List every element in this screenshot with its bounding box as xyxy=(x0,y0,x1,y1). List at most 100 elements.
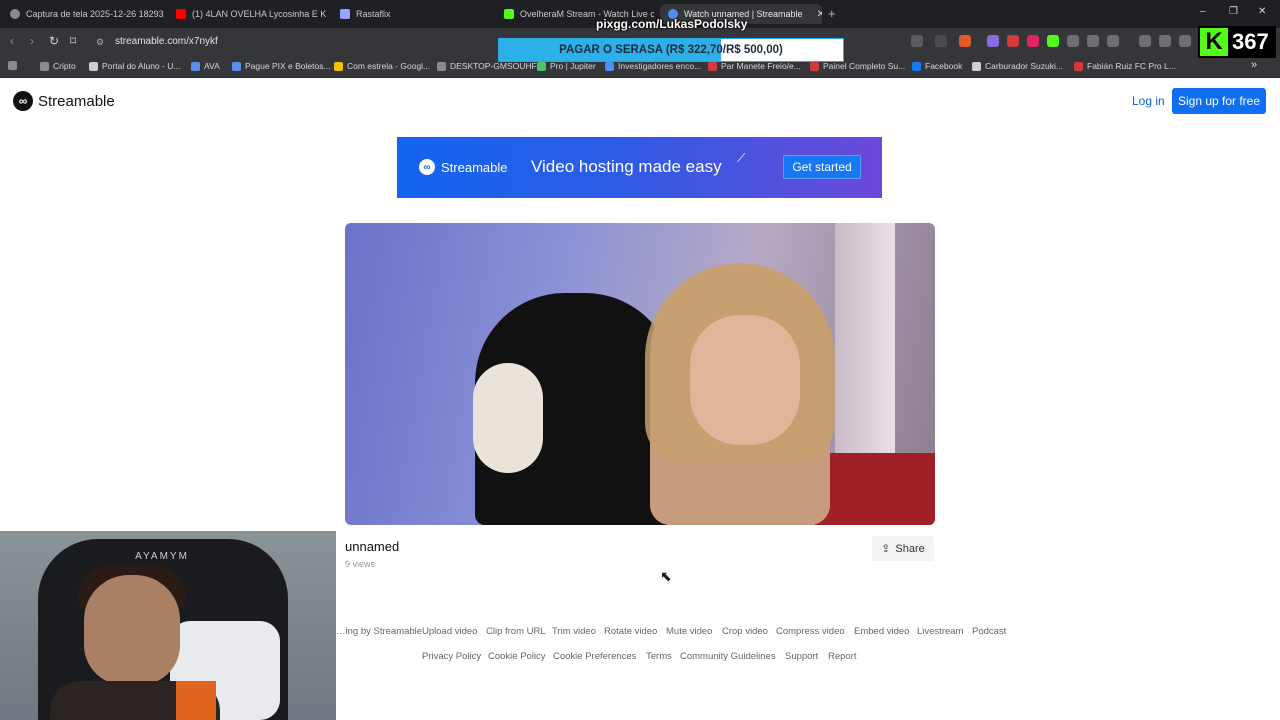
bookmark-item[interactable]: Carburador Suzuki... xyxy=(972,61,1063,71)
bookmark-item[interactable]: AVA xyxy=(191,61,220,71)
kick-logo-icon: K xyxy=(1200,28,1228,56)
bookmark-label: Investigadores enco... xyxy=(618,61,702,71)
back-icon[interactable]: ‹ xyxy=(10,34,14,48)
tab-screenshot[interactable]: Captura de tela 2025-12-26 182933... xyxy=(2,4,164,24)
bookmark-label: Cripto xyxy=(53,61,76,71)
banner-logo-text: Streamable xyxy=(441,159,508,175)
share-button[interactable]: ⇪ Share xyxy=(872,536,934,561)
video-player[interactable] xyxy=(345,223,935,525)
extension-icon[interactable] xyxy=(1027,35,1039,47)
mouse-cursor-icon: ⬉ xyxy=(660,568,672,584)
bookmark-label: Facebook xyxy=(925,61,963,71)
footer-link[interactable]: Embed video xyxy=(854,626,909,637)
grid-icon xyxy=(8,61,17,70)
bookmark-label: Pague PIX e Boletos... xyxy=(245,61,331,71)
screen: Captura de tela 2025-12-26 182933... (1)… xyxy=(0,0,1280,720)
extension-icon[interactable] xyxy=(1107,35,1119,47)
favicon-icon xyxy=(605,61,614,71)
tab-favicon-icon xyxy=(10,9,20,19)
bookmark-label: Portal do Aluno - U... xyxy=(102,61,181,71)
bookmark-item[interactable]: Painel Completo Su... xyxy=(810,61,905,71)
favicon-icon xyxy=(191,61,200,71)
brave-shield-icon[interactable] xyxy=(959,35,971,47)
footer-link[interactable]: Upload video xyxy=(422,626,477,637)
footer-link[interactable]: Trim video xyxy=(552,626,596,637)
tab-youtube[interactable]: (1) 4LAN OVELHA Lycosinha E KIKIR... xyxy=(168,4,326,24)
favicon-icon xyxy=(708,61,717,71)
kick-icon xyxy=(504,9,514,19)
login-link[interactable]: Log in xyxy=(1132,94,1165,108)
viewer-count: 367 xyxy=(1232,29,1269,54)
translate-icon[interactable] xyxy=(911,35,923,47)
favicon-icon xyxy=(334,61,343,71)
footer-link[interactable]: Cookie Policy xyxy=(488,651,546,662)
extension-icon[interactable] xyxy=(1047,35,1059,47)
video-scene-chair-panel xyxy=(473,363,543,473)
puzzle-icon[interactable] xyxy=(1087,35,1099,47)
download-icon[interactable] xyxy=(1139,35,1151,47)
close-icon[interactable]: ✕ xyxy=(817,9,822,20)
share-icon: ⇪ xyxy=(881,543,891,555)
rastaflix-icon xyxy=(340,9,350,19)
footer-link[interactable]: Support xyxy=(785,651,818,662)
signup-button[interactable]: Sign up for free xyxy=(1172,88,1266,114)
footer-link[interactable]: Privacy Policy xyxy=(422,651,481,662)
streamer-webcam: AYAMYM xyxy=(0,531,336,720)
footer-link[interactable]: Cookie Preferences xyxy=(553,651,636,662)
bookmark-item[interactable]: Com estrela - Googl... xyxy=(334,61,430,71)
more-bookmarks-icon[interactable]: » xyxy=(1251,59,1257,71)
minimize-icon[interactable]: – xyxy=(1200,6,1206,17)
bookmark-label: Par Manete Freio/e... xyxy=(721,61,801,71)
new-tab-button[interactable]: + xyxy=(828,6,836,21)
close-window-icon[interactable]: ✕ xyxy=(1258,6,1266,17)
forward-icon[interactable]: › xyxy=(30,34,34,48)
bookmark-item[interactable]: Par Manete Freio/e... xyxy=(708,61,801,71)
footer-link[interactable]: Community Guidelines xyxy=(680,651,776,662)
extension-icon[interactable] xyxy=(987,35,999,47)
donation-goal-bar: PAGAR O SERASA (R$ 322,70/R$ 500,00) xyxy=(498,38,844,62)
footer-link[interactable]: Livestream xyxy=(917,626,963,637)
footer-link[interactable]: Rotate video xyxy=(604,626,657,637)
bookmark-item[interactable]: Facebook xyxy=(912,61,962,71)
footer-link[interactable]: …ing by Streamable xyxy=(336,626,422,637)
video-title: unnamed xyxy=(345,539,400,554)
reload-icon[interactable]: ↻ xyxy=(49,34,59,48)
video-scene-bed xyxy=(815,453,935,525)
streamable-logo-icon: ∞ xyxy=(13,91,33,111)
extension-icon[interactable] xyxy=(1007,35,1019,47)
bookmark-item[interactable]: Pague PIX e Boletos... xyxy=(232,61,331,71)
webcam-head xyxy=(84,575,180,685)
footer-link[interactable]: Compress video xyxy=(776,626,845,637)
bookmark-item[interactable]: Investigadores enco... xyxy=(605,61,701,71)
site-info-icon[interactable]: ⚙ xyxy=(96,37,104,48)
view-count: 9 views xyxy=(345,559,376,569)
favicon-icon xyxy=(232,61,241,71)
promo-banner[interactable]: ∞ Streamable Video hosting made easy ⟋ G… xyxy=(397,137,882,198)
footer-link[interactable]: Clip from URL xyxy=(486,626,546,637)
footer-link[interactable]: Terms xyxy=(646,651,672,662)
bookmark-item[interactable]: Cripto xyxy=(40,61,76,71)
footer-link[interactable]: Report xyxy=(828,651,857,662)
address-bar[interactable]: streamable.com/x7nykf xyxy=(115,36,218,47)
get-started-button[interactable]: Get started xyxy=(783,155,861,179)
apps-icon[interactable] xyxy=(8,61,17,70)
bookmark-icon[interactable]: ⌑ xyxy=(70,34,76,48)
goal-label: PAGAR O SERASA (R$ 322,70/R$ 500,00) xyxy=(559,44,783,56)
share-page-icon[interactable] xyxy=(935,35,947,47)
footer-link[interactable]: Crop video xyxy=(722,626,768,637)
bookmark-label: Carburador Suzuki... xyxy=(985,61,1063,71)
bookmark-item[interactable]: Fabián Ruiz FC Pro L... xyxy=(1074,61,1176,71)
kick-viewer-badge: K 367 xyxy=(1198,26,1276,58)
bookmark-item[interactable]: DESKTOP-GMSOUHF xyxy=(437,61,537,71)
streamable-logo[interactable]: ∞ Streamable xyxy=(13,91,115,111)
maximize-icon[interactable]: ❐ xyxy=(1229,6,1238,17)
sidebar-icon[interactable] xyxy=(1179,35,1191,47)
tab-rastaflix[interactable]: Rastaflix xyxy=(332,4,482,24)
footer-link[interactable]: Podcast xyxy=(972,626,1006,637)
bookmark-item[interactable]: Pro | Jupiter xyxy=(537,61,596,71)
bookmark-item[interactable]: Portal do Aluno - U... xyxy=(89,61,180,71)
extension-icon[interactable] xyxy=(1067,35,1079,47)
media-icon[interactable] xyxy=(1159,35,1171,47)
youtube-icon xyxy=(176,9,186,19)
footer-link[interactable]: Mute video xyxy=(666,626,712,637)
